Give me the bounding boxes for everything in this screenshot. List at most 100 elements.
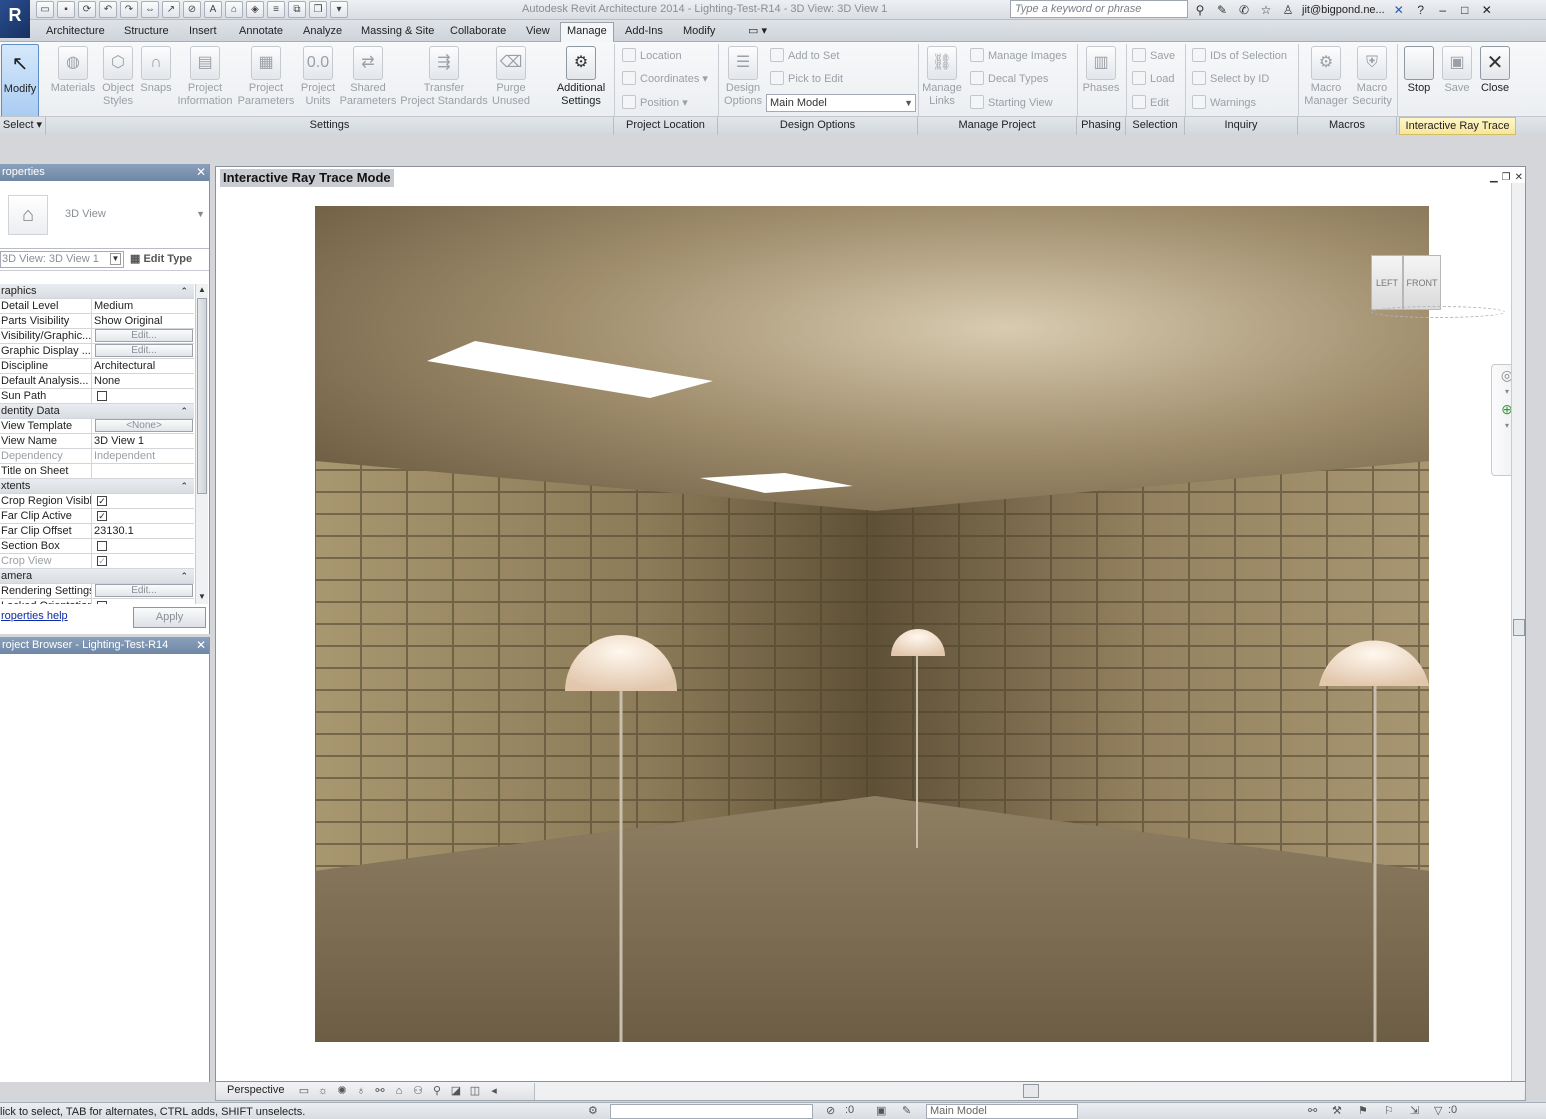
view-cube-compass[interactable]	[1371, 306, 1505, 318]
view-cube-left[interactable]: LEFT	[1371, 255, 1403, 310]
shadows-icon[interactable]: ✺	[334, 1083, 350, 1099]
property-checkbox[interactable]: ✓	[97, 511, 107, 521]
coordinates-button[interactable]: Coordinates ▾	[622, 70, 708, 88]
sync-icon[interactable]: ⟳	[78, 1, 96, 18]
user-icon[interactable]: ♙	[1280, 2, 1296, 18]
unlock-3d-icon[interactable]: ⚇	[410, 1083, 426, 1099]
minimize-view-icon[interactable]: ▁	[1490, 172, 1498, 183]
object-styles-button[interactable]: ⬡ Object Styles	[98, 44, 138, 108]
redo-icon[interactable]: ↷	[120, 1, 138, 18]
close-hidden-icon[interactable]: ⧉	[288, 1, 306, 18]
property-value[interactable]: 23130.1	[94, 525, 134, 537]
property-edit-button[interactable]: <None>	[95, 419, 193, 432]
analytical-model-icon[interactable]: ◫	[467, 1083, 483, 1099]
select-pinned-icon[interactable]: ⚑	[1358, 1104, 1368, 1117]
project-parameters-button[interactable]: ▦ Project Parameters	[236, 44, 296, 108]
workset-select[interactable]	[610, 1104, 813, 1119]
property-edit-button[interactable]: Edit...	[95, 329, 193, 342]
tab-view[interactable]: View	[520, 23, 556, 41]
manage-images-button[interactable]: Manage Images	[970, 47, 1067, 65]
snaps-button[interactable]: ∩ Snaps	[138, 44, 174, 95]
select-dropdown[interactable]: Select ▾	[0, 117, 46, 135]
maximize-icon[interactable]: □	[1457, 2, 1473, 18]
materials-button[interactable]: ◍ Materials	[48, 44, 98, 95]
rendering-icon[interactable]: ♁	[353, 1083, 369, 1099]
pick-to-edit-button[interactable]: Pick to Edit	[770, 70, 843, 88]
user-account[interactable]: jit@bigpond.ne...	[1302, 4, 1385, 16]
collapse-icon[interactable]: ⌃	[180, 479, 188, 493]
tab-collaborate[interactable]: Collaborate	[444, 23, 512, 41]
tab-annotate[interactable]: Annotate	[233, 23, 289, 41]
design-options-button[interactable]: ☰ Design Options	[722, 44, 764, 108]
irt-close-button[interactable]: ✕ Close	[1476, 44, 1514, 95]
macro-manager-button[interactable]: ⚙ Macro Manager	[1304, 44, 1348, 108]
warnings-button[interactable]: Warnings	[1192, 94, 1256, 112]
instance-select[interactable]: 3D View: 3D View 1 ▼	[0, 251, 124, 268]
scroll-thumb[interactable]	[1023, 1084, 1039, 1098]
property-group[interactable]: raphics ⌃	[0, 284, 194, 299]
restore-view-icon[interactable]: ❐	[1502, 172, 1511, 183]
save-icon[interactable]: ▪	[57, 1, 75, 18]
close-view-icon[interactable]: ✕	[1515, 172, 1523, 183]
property-value[interactable]: Medium	[94, 300, 133, 312]
scroll-up-icon[interactable]: ▲	[196, 284, 208, 297]
rendered-image[interactable]	[315, 206, 1429, 1042]
property-edit-button[interactable]: Edit...	[95, 344, 193, 357]
exchange-apps-icon[interactable]: ✕	[1391, 2, 1407, 18]
project-information-button[interactable]: ▤ Project Information	[176, 44, 234, 108]
selection-load-button[interactable]: Load	[1132, 70, 1174, 88]
property-value[interactable]: Architectural	[94, 360, 155, 372]
minimize-icon[interactable]: –	[1435, 2, 1451, 18]
scroll-left-icon[interactable]: ◂	[486, 1083, 502, 1099]
property-group[interactable]: amera ⌃	[0, 569, 194, 584]
view-horizontal-scrollbar[interactable]	[534, 1083, 1524, 1100]
collapse-icon[interactable]: ⌃	[180, 284, 188, 298]
phases-button[interactable]: ▥ Phases	[1080, 44, 1122, 95]
dimension-icon[interactable]: ↗	[162, 1, 180, 18]
undo-icon[interactable]: ↶	[99, 1, 117, 18]
tab-manage[interactable]: Manage	[560, 22, 614, 42]
tab-architecture[interactable]: Architecture	[40, 23, 111, 41]
property-checkbox[interactable]	[97, 541, 107, 551]
exclude-options-icon[interactable]: ✎	[902, 1104, 911, 1117]
text-icon[interactable]: A	[204, 1, 222, 18]
tab-structure[interactable]: Structure	[118, 23, 175, 41]
property-group[interactable]: dentity Data ⌃	[0, 404, 194, 419]
select-links-icon[interactable]: ⚯	[1308, 1104, 1317, 1117]
close-icon[interactable]: ✕	[196, 637, 206, 654]
project-units-button[interactable]: 0.0 Project Units	[297, 44, 339, 108]
status-design-option-select[interactable]: Main Model	[926, 1104, 1078, 1119]
selection-edit-button[interactable]: Edit	[1132, 94, 1169, 112]
design-option-icon[interactable]: ▣	[876, 1104, 886, 1117]
scroll-down-icon[interactable]: ▼	[196, 591, 208, 604]
select-by-face-icon[interactable]: ⚐	[1384, 1104, 1394, 1117]
tag-icon[interactable]: ⊘	[183, 1, 201, 18]
edit-type-button[interactable]: ▦ Edit Type	[130, 252, 192, 265]
property-value[interactable]: None	[94, 375, 120, 387]
scroll-thumb[interactable]	[1513, 619, 1525, 636]
property-value[interactable]: 3D View 1	[94, 435, 144, 447]
visual-style-icon[interactable]: ▭	[296, 1083, 312, 1099]
tab-add-ins[interactable]: Add-Ins	[619, 23, 669, 41]
binoculars-icon[interactable]: ⚲	[1192, 2, 1208, 18]
irt-save-button[interactable]: ▣ Save	[1439, 44, 1475, 95]
help-icon[interactable]: ?	[1413, 2, 1429, 18]
view-cube-front[interactable]: FRONT	[1403, 255, 1441, 310]
properties-scrollbar[interactable]: ▲ ▼	[195, 284, 208, 604]
position-button[interactable]: Position ▾	[622, 94, 688, 112]
ids-of-selection-button[interactable]: IDs of Selection	[1192, 47, 1287, 65]
property-value[interactable]: Show Original	[94, 315, 162, 327]
reveal-hidden-icon[interactable]: ◪	[448, 1083, 464, 1099]
sun-path-icon[interactable]: ☼	[315, 1083, 331, 1099]
temporary-hide-icon[interactable]: ⚲	[429, 1083, 445, 1099]
shared-parameters-button[interactable]: ⇄ Shared Parameters	[338, 44, 398, 108]
location-button[interactable]: Location	[622, 47, 682, 65]
tab-modify[interactable]: Modify	[677, 23, 721, 41]
tab-massing-site[interactable]: Massing & Site	[355, 23, 440, 41]
select-by-id-button[interactable]: Select by ID	[1192, 70, 1269, 88]
property-checkbox[interactable]	[97, 601, 107, 604]
property-group[interactable]: xtents ⌃	[0, 479, 194, 494]
manage-links-button[interactable]: ⛓ Manage Links	[922, 44, 962, 108]
design-option-select[interactable]: Main Model ▼	[766, 94, 916, 112]
section-icon[interactable]: ◈	[246, 1, 264, 18]
